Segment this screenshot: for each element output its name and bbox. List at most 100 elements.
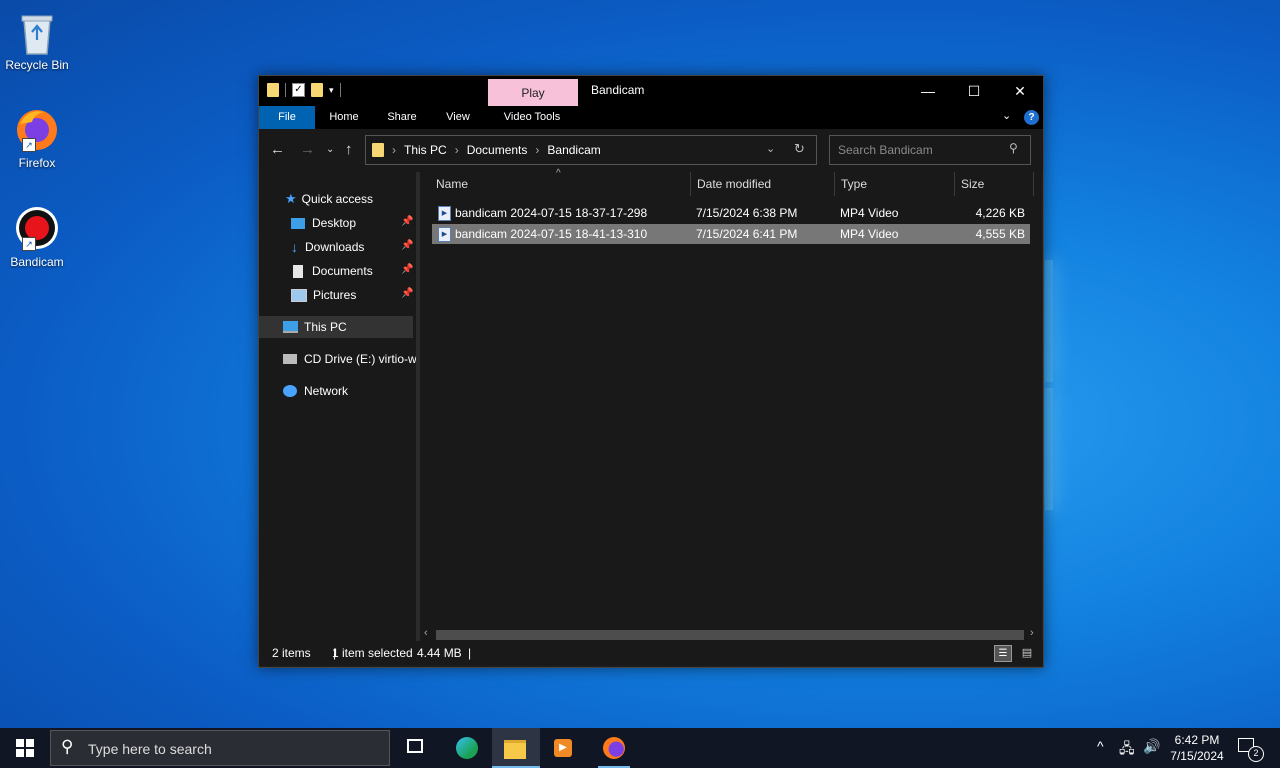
toolbar-separator: [339, 83, 341, 97]
minimize-button[interactable]: —: [905, 76, 951, 106]
pictures-icon: [291, 288, 307, 302]
breadcrumb-documents[interactable]: Documents: [467, 143, 528, 157]
navigation-pane: ★ Quick access Desktop 📌 ↓ Downloads 📌 D…: [259, 172, 417, 641]
document-icon: [293, 264, 303, 278]
tab-play[interactable]: Play: [488, 79, 578, 106]
network-status-icon[interactable]: 🖧: [1119, 738, 1135, 762]
file-date: 7/15/2024 6:41 PM: [696, 227, 798, 241]
nav-item-label: This PC: [304, 320, 347, 334]
file-explorer-icon: [504, 740, 526, 759]
volume-icon[interactable]: 🔊: [1143, 738, 1160, 755]
pin-icon[interactable]: 📌: [401, 264, 413, 275]
search-icon[interactable]: ⚲: [1009, 141, 1018, 155]
file-size: 4,555 KB: [975, 227, 1025, 241]
address-dropdown-chevron-icon[interactable]: ⌄: [766, 142, 775, 155]
folder-icon: [372, 143, 384, 157]
horizontal-scrollbar[interactable]: ‹ ›: [420, 627, 1042, 641]
status-bar: 2 items | 1 item selected 4.44 MB | ☰ ▤: [259, 641, 1043, 666]
file-size: 4,226 KB: [975, 206, 1025, 220]
show-hidden-icons-chevron-icon[interactable]: ^: [1097, 738, 1104, 754]
nav-item-this-pc[interactable]: This PC: [283, 316, 347, 338]
toolbar-separator: [285, 83, 286, 97]
tab-file[interactable]: File: [259, 106, 315, 129]
tab-view[interactable]: View: [435, 106, 481, 129]
file-type: MP4 Video: [840, 227, 899, 241]
search-box[interactable]: ⚲: [829, 135, 1031, 165]
file-row[interactable]: ▶ bandicam 2024-07-15 18-37-17-298 7/15/…: [432, 203, 1030, 223]
windows-logo-icon: [16, 739, 34, 757]
scrollbar-thumb[interactable]: [436, 630, 1024, 640]
column-header-type[interactable]: Type: [841, 172, 951, 196]
address-row: ← → ⌄ ↑ › This PC › Documents › Bandicam…: [259, 129, 1043, 172]
recycle-bin-icon: [14, 8, 60, 55]
nav-item-label: Downloads: [305, 240, 365, 254]
desktop-wallpaper-beam: [1045, 388, 1053, 510]
desktop-icon-firefox[interactable]: ↗ Firefox: [4, 106, 70, 170]
new-folder-icon[interactable]: [311, 83, 323, 97]
file-date: 7/15/2024 6:38 PM: [696, 206, 798, 220]
close-button[interactable]: ✕: [997, 76, 1043, 106]
task-view-button[interactable]: [392, 728, 440, 768]
maximize-button[interactable]: ☐: [951, 76, 997, 106]
up-arrow-icon[interactable]: ↑: [345, 141, 353, 158]
column-header-name[interactable]: Name: [436, 172, 686, 196]
refresh-icon[interactable]: ↻: [794, 141, 805, 157]
pin-icon[interactable]: 📌: [401, 216, 413, 227]
taskbar-edge-button[interactable]: [443, 728, 491, 768]
tab-video-tools[interactable]: Video Tools: [489, 106, 575, 129]
column-divider[interactable]: [954, 172, 955, 196]
nav-item-label: Desktop: [312, 216, 357, 230]
file-row-selected[interactable]: ▶ bandicam 2024-07-15 18-41-13-310 7/15/…: [432, 224, 1030, 244]
action-center-button[interactable]: 2: [1238, 738, 1264, 762]
column-divider[interactable]: [1033, 172, 1034, 196]
address-bar[interactable]: › This PC › Documents › Bandicam ⌄ ↻: [365, 135, 817, 165]
customize-toolbar-icon[interactable]: ▾: [329, 85, 334, 96]
nav-item-cd-drive[interactable]: CD Drive (E:) virtio-w: [283, 348, 417, 370]
desktop-icon-recycle-bin[interactable]: Recycle Bin: [4, 8, 70, 72]
scroll-left-arrow-icon[interactable]: ‹: [424, 627, 428, 639]
file-name: bandicam 2024-07-15 18-41-13-310: [455, 227, 648, 241]
pin-icon[interactable]: 📌: [401, 288, 413, 299]
nav-item-desktop[interactable]: Desktop: [291, 212, 356, 234]
start-button[interactable]: [0, 728, 48, 768]
column-header-size[interactable]: Size: [961, 172, 1031, 196]
nav-item-label: Documents: [312, 264, 373, 278]
recent-locations-chevron-icon[interactable]: ⌄: [326, 144, 334, 155]
tab-home[interactable]: Home: [321, 106, 367, 129]
forward-arrow-icon[interactable]: →: [300, 141, 315, 158]
properties-check-icon[interactable]: ✓: [292, 83, 305, 97]
nav-item-label: CD Drive (E:) virtio-w: [304, 352, 417, 366]
expand-ribbon-icon[interactable]: ⌄: [1002, 109, 1011, 122]
nav-item-pictures[interactable]: Pictures: [291, 284, 356, 306]
cd-drive-icon: [283, 354, 297, 364]
bandicam-icon: ↗: [14, 205, 60, 251]
taskbar-media-player-button[interactable]: ▶: [540, 728, 588, 768]
details-view-button[interactable]: ☰: [994, 645, 1012, 662]
breadcrumb-this-pc[interactable]: This PC: [404, 143, 447, 157]
column-header-date-modified[interactable]: Date modified: [697, 172, 832, 196]
help-icon[interactable]: ?: [1024, 110, 1039, 125]
column-divider[interactable]: [690, 172, 691, 196]
large-icons-view-button[interactable]: ▤: [1018, 645, 1036, 662]
desktop-icon-label: Bandicam: [10, 255, 64, 269]
nav-item-network[interactable]: Network: [283, 380, 348, 402]
clock[interactable]: 6:42 PM 7/15/2024: [1164, 732, 1230, 764]
nav-item-documents[interactable]: Documents: [291, 260, 373, 282]
tab-share[interactable]: Share: [379, 106, 425, 129]
desktop-icon-bandicam[interactable]: ↗ Bandicam: [4, 205, 70, 269]
breadcrumb-bandicam[interactable]: Bandicam: [547, 143, 600, 157]
breadcrumb-separator-icon: ›: [535, 143, 540, 157]
nav-item-quick-access[interactable]: ★ Quick access: [285, 188, 373, 210]
search-input[interactable]: [836, 140, 1010, 160]
scroll-right-arrow-icon[interactable]: ›: [1030, 627, 1034, 639]
column-divider[interactable]: [834, 172, 835, 196]
taskbar-search-box[interactable]: ⚲ Type here to search: [50, 730, 390, 766]
pin-icon[interactable]: 📌: [401, 240, 413, 251]
back-arrow-icon[interactable]: ←: [270, 141, 285, 158]
taskbar-file-explorer-button[interactable]: [492, 728, 540, 768]
taskbar-firefox-button[interactable]: [590, 728, 638, 768]
mp4-file-icon: ▶: [438, 206, 451, 221]
nav-item-downloads[interactable]: ↓ Downloads: [291, 236, 364, 258]
title-bar[interactable]: ✓ ▾ Play Bandicam — ☐ ✕: [259, 76, 1043, 106]
edge-icon: [456, 737, 478, 759]
